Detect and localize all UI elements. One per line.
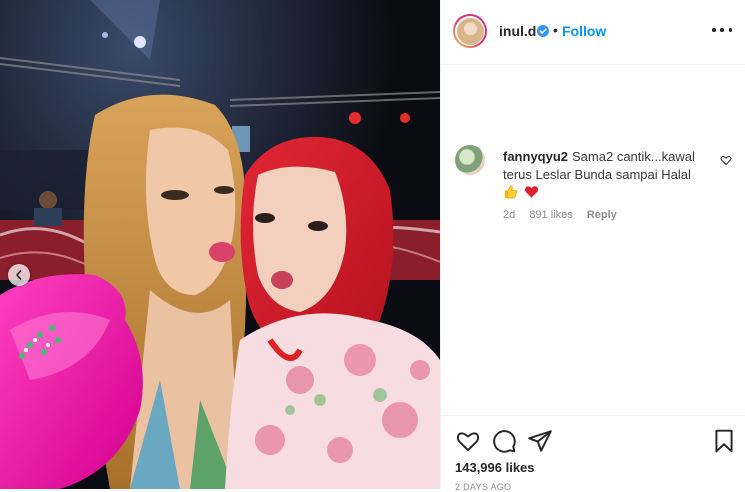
author-avatar[interactable]: [453, 14, 487, 48]
comment-icon[interactable]: [491, 428, 517, 454]
carousel-prev-button[interactable]: [8, 264, 30, 286]
comment-age: 2d: [503, 209, 516, 221]
share-icon[interactable]: [527, 428, 553, 454]
bookmark-icon[interactable]: [711, 428, 737, 454]
author-username[interactable]: inul.d: [499, 23, 536, 39]
more-options-icon[interactable]: [712, 22, 732, 38]
red-heart-icon: [524, 186, 538, 198]
post-actions: 143,996 likes 2 DAYS AGO: [441, 415, 745, 492]
post-header: inul.d • Follow: [441, 0, 745, 65]
verified-badge-icon: [537, 25, 549, 37]
heart-icon[interactable]: [455, 428, 481, 454]
instagram-post: inul.d • Follow fannyqyu2 Sama2 cantik...…: [0, 0, 745, 492]
likes-count[interactable]: 143,996 likes: [455, 460, 535, 475]
comment-body: fannyqyu2 Sama2 cantik...kawal terus Lesl…: [503, 148, 703, 202]
separator-dot: •: [553, 22, 558, 38]
commenter-username[interactable]: fannyqyu2: [503, 149, 568, 164]
chevron-left-icon: [15, 270, 22, 280]
post-photo[interactable]: [0, 0, 440, 489]
commenter-avatar[interactable]: [455, 145, 485, 175]
reply-button[interactable]: Reply: [587, 209, 617, 221]
comment-meta: 2d 891 likes Reply: [503, 209, 628, 221]
comment-likes[interactable]: 891 likes: [529, 209, 572, 221]
post-date: 2 DAYS AGO: [455, 482, 512, 492]
selfie-image: [0, 0, 440, 489]
thumbs-up-icon: [504, 185, 517, 199]
follow-button[interactable]: Follow: [562, 23, 606, 39]
author-avatar-image: [456, 17, 484, 45]
post-details-panel: inul.d • Follow fannyqyu2 Sama2 cantik...…: [440, 0, 745, 492]
comment-like-heart-icon[interactable]: [720, 154, 732, 166]
